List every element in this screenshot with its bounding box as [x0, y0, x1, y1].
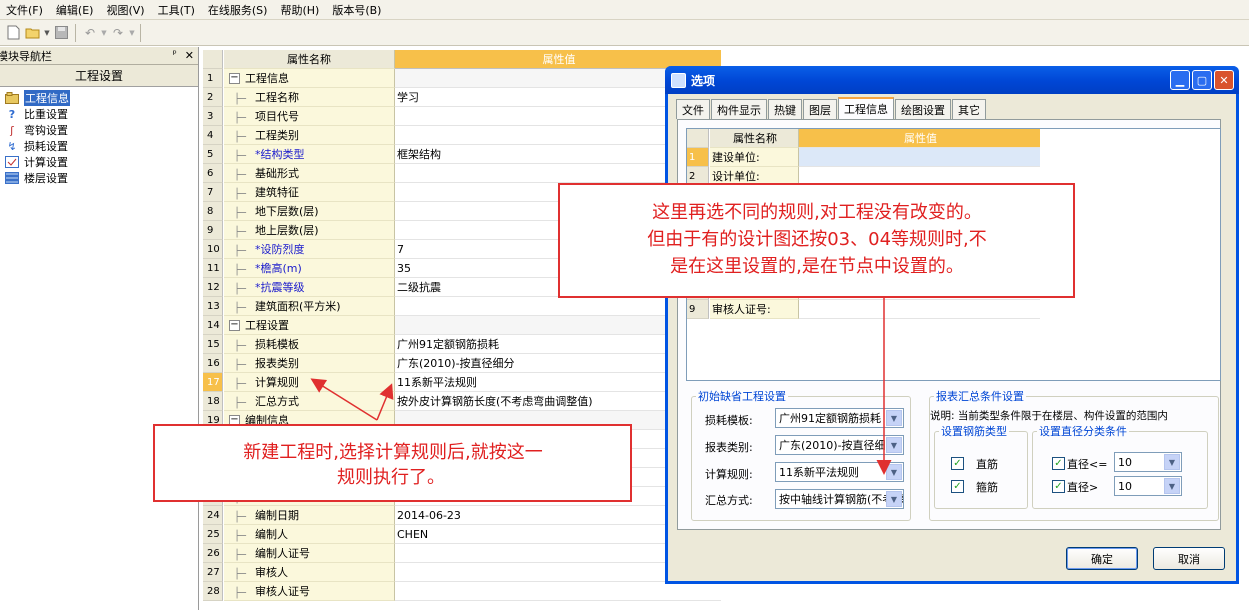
- arrow-to-rule-value: [376, 383, 394, 421]
- arrow-to-rule-name: [310, 378, 378, 421]
- annotation-arrows: [310, 298, 892, 475]
